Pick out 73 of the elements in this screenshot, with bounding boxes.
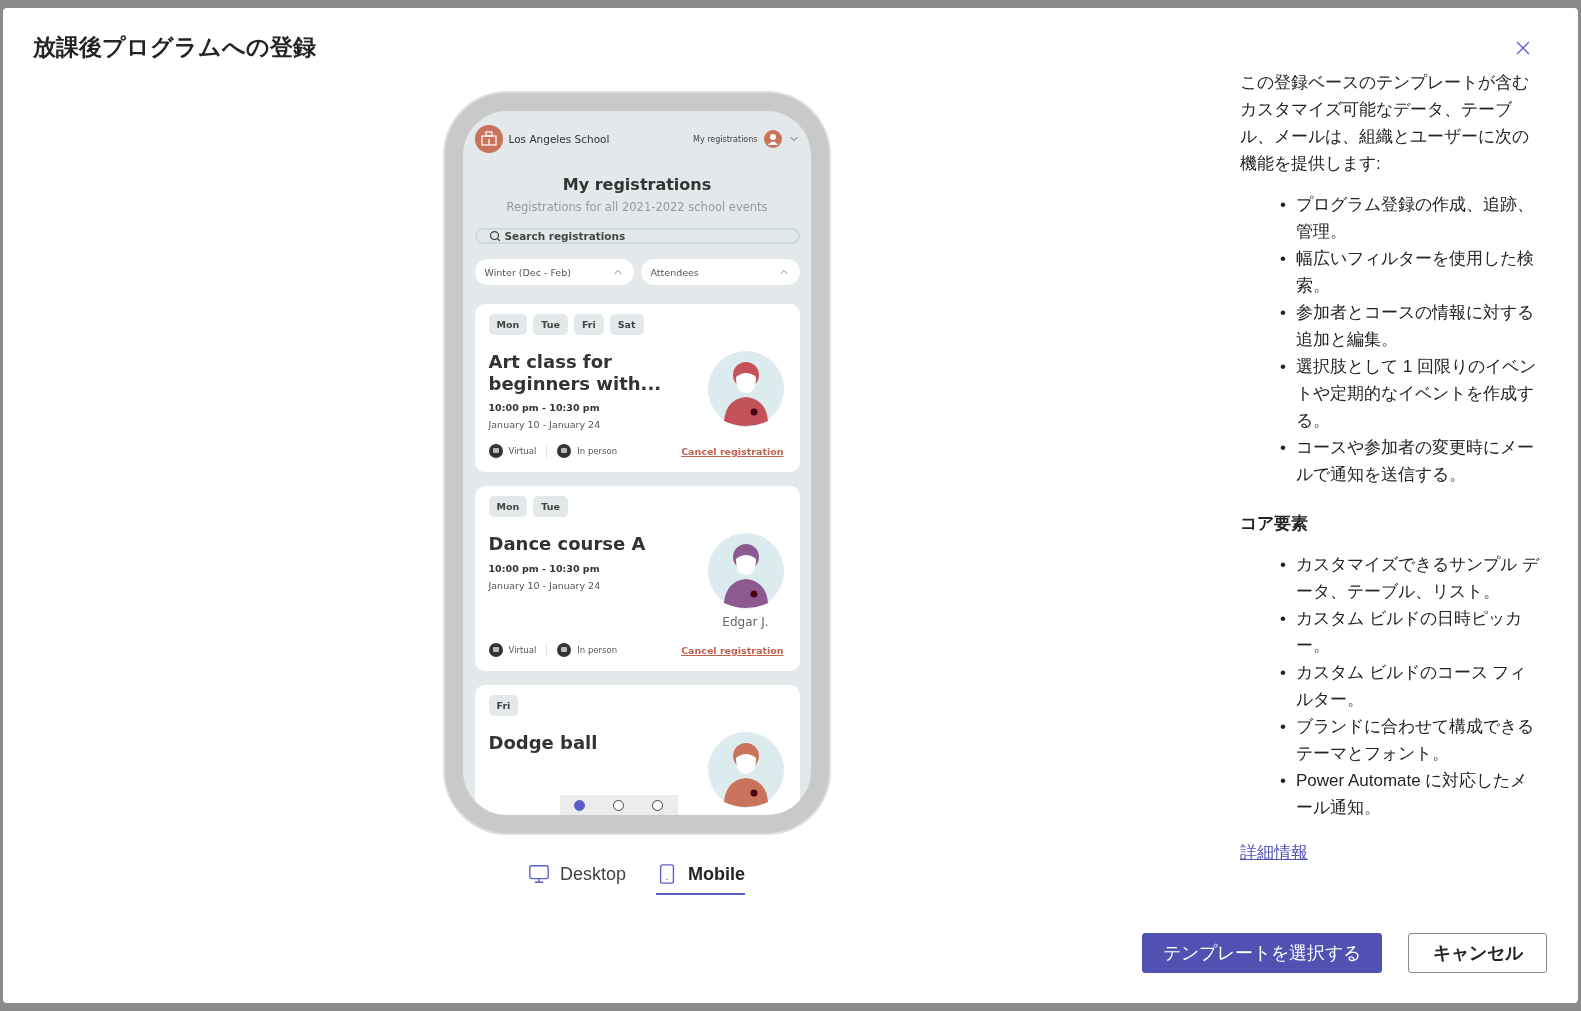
filter-label: Winter (Dec - Feb) <box>484 266 571 278</box>
mode-icon <box>557 643 572 658</box>
dialog-title: 放課後プログラムへの登録 <box>33 33 316 62</box>
bullet: • <box>1280 194 1286 216</box>
core-item: カスタム ビルドの日時ピッカー。 <box>1295 608 1523 657</box>
attendee-name: Edgar J. <box>722 615 769 630</box>
filter-dropdown[interactable]: Winter (Dec - Feb) <box>474 259 634 285</box>
bullet: • <box>1280 302 1286 324</box>
search-field[interactable]: Search registrations <box>474 228 800 244</box>
day-chip: Sat <box>609 314 644 335</box>
cancel-registration-link[interactable]: Cancel registration <box>681 644 784 656</box>
mode-label: In person <box>577 645 617 656</box>
day-chip: Fri <box>573 314 604 335</box>
view-tab[interactable]: Mobile <box>656 855 745 895</box>
day-chip: Mon <box>488 496 528 518</box>
day-chip: Tue <box>533 314 568 335</box>
course-dates: January 10 - January 24 <box>488 579 602 591</box>
intro-text: この登録ベースのテンプレートが含むカスタマイズ可能なデータ、テーブル、メールは、組織とユーザーに次の機能を提供します: <box>1240 72 1530 175</box>
mode-label: Virtual <box>508 645 537 656</box>
section-heading: コア要素 <box>1240 513 1309 535</box>
feature-item: プログラム登録の作成、追跡、管理。 <box>1295 194 1535 243</box>
cancel-button[interactable]: キャンセル <box>1408 933 1547 973</box>
registration-card[interactable]: Fri Dodge ball <box>474 685 800 815</box>
bullet: • <box>1280 356 1286 378</box>
search-icon <box>488 230 501 242</box>
school-logo-icon <box>474 125 503 153</box>
course-title: Dodge ball <box>488 732 598 754</box>
core-item: ブランドに合わせて構成できるテーマとフォント。 <box>1295 716 1535 765</box>
feature-item: 選択肢として 1 回限りのイベントや定期的なイベントを作成する。 <box>1295 356 1537 432</box>
bullet: • <box>1280 248 1286 270</box>
course-title: Art class for beginners with... <box>488 351 663 395</box>
filter-label: Attendees <box>650 266 699 278</box>
view-tab[interactable]: Desktop <box>527 855 626 895</box>
bullet: • <box>1280 662 1286 684</box>
mode-label: Virtual <box>508 446 537 457</box>
course-title: Dance course A <box>488 533 646 555</box>
day-chip: Fri <box>488 695 519 717</box>
filter-dropdown[interactable]: Attendees <box>640 259 800 285</box>
feature-item: コースや参加者の変更時にメールで通知を送信する。 <box>1295 437 1535 486</box>
day-chip: Mon <box>488 314 528 335</box>
course-time: 10:00 pm - 10:30 pm <box>488 562 601 574</box>
feature-item: 参加者とコースの情報に対する追加と編集。 <box>1295 302 1535 351</box>
core-item: カスタム ビルドのコース フィルター。 <box>1295 662 1528 711</box>
details-link[interactable]: 詳細情報 <box>1240 839 1308 866</box>
mode-icon <box>488 643 503 658</box>
bullet: • <box>1280 437 1286 459</box>
pager-dot[interactable] <box>652 799 664 811</box>
bullet: • <box>1280 770 1286 792</box>
day-chip: Tue <box>533 496 568 518</box>
pager-dot[interactable] <box>573 799 585 811</box>
page-subheading: Registrations for all 2021-2022 school events <box>505 200 769 214</box>
cancel-registration-link[interactable]: Cancel registration <box>681 445 784 457</box>
course-dates: January 10 - January 24 <box>488 419 602 431</box>
core-item: カスタマイズできるサンプル データ、テーブル、リスト。 <box>1295 554 1540 603</box>
mode-label: In person <box>577 446 617 457</box>
page-heading: My registrations <box>561 175 713 194</box>
registration-card[interactable]: Mon Tue Fri Sat Art class for beginners with... 10:00 pm - 10:30 pm January 10 - January 24 Virtual In person Cancel registration <box>474 304 800 473</box>
school-name: Los Angeles School <box>508 133 611 145</box>
core-item: Power Automate に対応したメール通知。 <box>1295 770 1529 819</box>
pager-dot[interactable] <box>613 799 624 811</box>
search-placeholder: Search registrations <box>504 230 626 242</box>
desktop-icon <box>527 863 550 885</box>
mode-icon <box>488 444 503 459</box>
bullet: • <box>1280 716 1286 738</box>
nav-link[interactable]: My registrations <box>693 134 758 144</box>
bullet: • <box>1280 554 1286 576</box>
registration-card[interactable]: Mon Tue Dance course A 10:00 pm - 10:30 pm January 10 - January 24 Edgar J. Virtual In person Cancel registration <box>474 486 800 672</box>
bullet: • <box>1280 608 1286 630</box>
feature-item: 幅広いフィルターを使用した検索。 <box>1295 248 1535 297</box>
select-template-button[interactable]: テンプレートを選択する <box>1142 933 1382 973</box>
user-avatar-icon[interactable] <box>763 130 782 148</box>
course-time: 10:00 pm - 10:30 pm <box>488 402 601 414</box>
mode-icon <box>557 444 572 459</box>
